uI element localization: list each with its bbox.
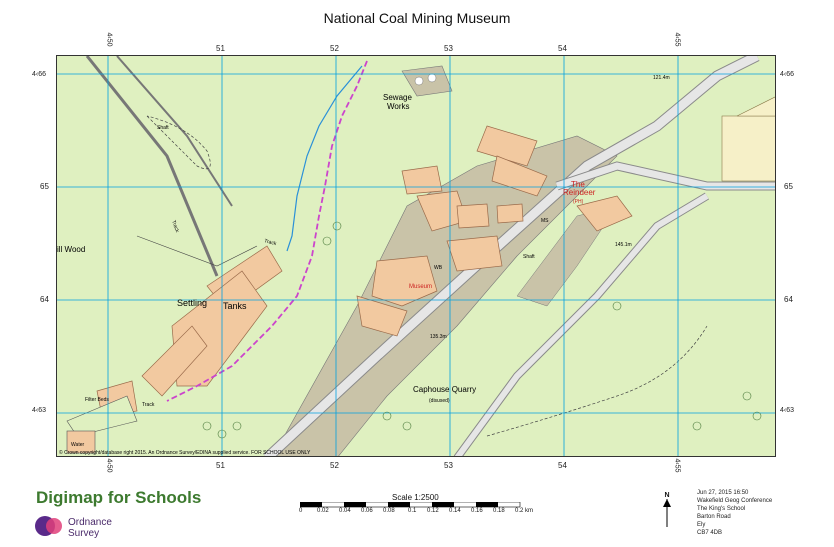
- footer-info: Jun 27, 2015 16:50 Wakefield Geog Confer…: [697, 489, 772, 537]
- grid-top-52: 52: [330, 44, 339, 53]
- footer-line6: CB7 4DB: [697, 530, 723, 536]
- grid-bottom-54: 54: [558, 461, 567, 470]
- scale-tick-10: 0.2 km: [515, 508, 534, 514]
- digimap-brand: Digimap for Schools: [36, 488, 202, 507]
- scale-tick-9: 0.18: [493, 508, 505, 514]
- label-shaft-2: Shaft: [523, 254, 535, 260]
- scale-tick-7: 0.14: [449, 508, 461, 514]
- grid-left-full-top: 4‹66: [32, 71, 47, 78]
- label-caphouse-quarry: Caphouse Quarry: [413, 385, 476, 394]
- scale-tick-8: 0.16: [471, 508, 483, 514]
- scale-title: Scale 1:2500: [392, 493, 439, 502]
- map-canvas[interactable]: Sewage Works Settling Tanks ill Wood Mus…: [56, 55, 776, 457]
- label-ill-wood: ill Wood: [57, 245, 85, 254]
- label-spot-height-3: 135.3m: [430, 334, 447, 340]
- label-ph: (PH): [573, 199, 584, 205]
- grid-top-51: 51: [216, 44, 225, 53]
- footer-line2: Wakefield Geog Conference: [697, 498, 773, 504]
- grid-bottom-full-left: 4‹50: [105, 458, 113, 473]
- label-museum: Museum: [409, 284, 432, 290]
- scale-tick-6: 0.12: [427, 508, 439, 514]
- os-logo-icon: [35, 516, 62, 536]
- scale-tick-4: 0.08: [383, 508, 395, 514]
- grid-top-full-left: 4‹50: [105, 32, 113, 47]
- grid-left-full-bottom: 4‹63: [32, 407, 47, 414]
- grid-top-54: 54: [558, 44, 567, 53]
- label-filter-beds: Filter Beds: [85, 397, 109, 403]
- grid-left-64: 64: [40, 295, 49, 304]
- footer-line5: Ely: [697, 522, 706, 528]
- scale-tick-0: 0: [299, 508, 303, 514]
- label-reindeer: Reindeer: [563, 188, 596, 197]
- grid-bottom-53: 53: [444, 461, 453, 470]
- label-settling: Settling: [177, 298, 207, 308]
- grid-left-65: 65: [40, 182, 49, 191]
- label-spot-height-1: 121.4m: [653, 75, 670, 81]
- label-water: Water: [71, 442, 84, 448]
- grid-top-full-right: 4‹55: [673, 32, 681, 47]
- label-shaft-1: Shaft: [157, 125, 169, 131]
- grid-right-full-bottom: 4‹63: [780, 407, 795, 414]
- grid-right-65: 65: [784, 182, 793, 191]
- grid-bottom-51: 51: [216, 461, 225, 470]
- grid-right-full-top: 4‹66: [780, 71, 795, 78]
- label-spot-height-2: 145.1m: [615, 242, 632, 248]
- label-sewage: Sewage: [383, 93, 412, 102]
- os-name: Ordnance Survey: [68, 517, 112, 539]
- scale-tick-1: 0.02: [317, 508, 329, 514]
- label-works: Works: [387, 102, 410, 111]
- grid-top-53: 53: [444, 44, 453, 53]
- grid-right-64: 64: [784, 295, 793, 304]
- label-tanks: Tanks: [223, 301, 247, 311]
- label-wb: WB: [434, 265, 443, 271]
- grid-bottom-full-right: 4‹55: [673, 458, 681, 473]
- label-ms: MS: [541, 218, 549, 224]
- footer-line4: Barton Road: [697, 514, 731, 520]
- north-arrow-icon: N: [661, 492, 673, 532]
- map-title: National Coal Mining Museum: [323, 10, 511, 26]
- label-disused: (disused): [429, 398, 450, 404]
- scale-tick-5: 0.1: [408, 508, 417, 514]
- footer-date: Jun 27, 2015 16:50: [697, 490, 749, 496]
- label-track-3: Track: [142, 402, 155, 408]
- scale-tick-2: 0.04: [339, 508, 351, 514]
- scale-tick-3: 0.06: [361, 508, 373, 514]
- grid-bottom-52: 52: [330, 461, 339, 470]
- footer-line3: The King's School: [697, 506, 746, 512]
- map-copyright: © Crown copyright/database right 2015. A…: [59, 449, 311, 456]
